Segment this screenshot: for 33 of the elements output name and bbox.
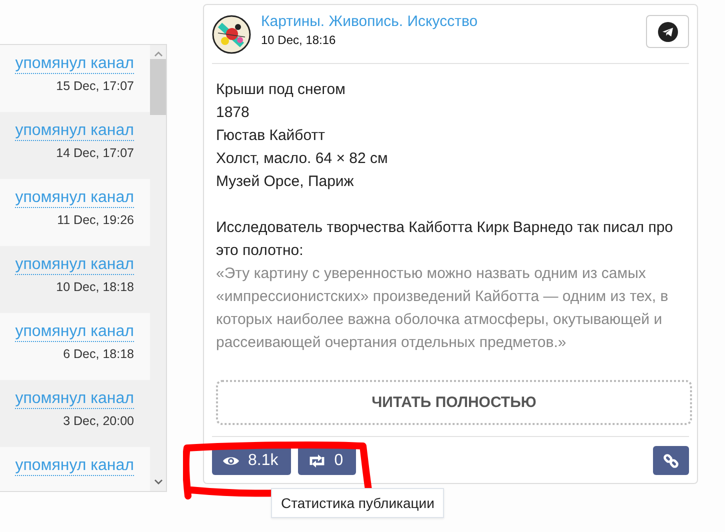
mention-link[interactable]: упомянул канал	[15, 256, 134, 275]
scroll-thumb[interactable]	[150, 59, 166, 115]
mention-link[interactable]: упомянул канал	[15, 189, 134, 208]
mention-link[interactable]: упомянул канал	[15, 122, 134, 141]
read-more-button[interactable]: ЧИТАТЬ ПОЛНОСТЬЮ	[216, 380, 692, 425]
post-text-line: Музей Орсе, Париж	[216, 172, 355, 192]
mention-date: 10 Dec, 18:18	[56, 280, 134, 295]
post-quote: «Эту картину с уверенностью можно назвать одним из самых «импрессионистских» произведений Кайботта — одним из тех, в которых наиболее важна оболочка атмосферы, окутывающей и рассеивающей очертания отдельных предметов.»	[216, 264, 670, 353]
tooltip: Статистика публикации	[271, 488, 444, 518]
link-icon	[663, 452, 679, 468]
post-text-line: 1878	[216, 103, 250, 123]
post-text-line: Холст, масло. 64 × 82 см	[216, 149, 389, 169]
mention-date: 14 Dec, 17:07	[56, 146, 134, 161]
channel-avatar[interactable]	[212, 14, 251, 54]
mention-date: 15 Dec, 17:07	[56, 79, 134, 94]
post-paragraph: Исследователь творчества Кайботта Кирк Варнедо так писал про это полотно:	[216, 218, 674, 261]
mention-link[interactable]: упомянул канал	[15, 390, 134, 409]
mention-date: 3 Dec, 20:00	[63, 414, 134, 429]
mention-date: 6 Dec, 18:18	[63, 347, 134, 362]
reposts-button[interactable]: 0	[298, 446, 356, 475]
post-text-line: Гюстав Кайботт	[216, 126, 326, 146]
mention-date: 11 Dec, 19:26	[57, 213, 134, 228]
post-text-line: Крыши под снегом	[216, 80, 346, 100]
post-date: 10 Dec, 18:16	[261, 33, 337, 47]
telegram-button[interactable]	[646, 15, 689, 48]
mention-link[interactable]: упомянул канал	[15, 55, 134, 74]
link-button[interactable]	[653, 446, 689, 475]
scroll-down-icon[interactable]	[154, 479, 162, 485]
channel-name[interactable]: Картины. Живопись. Искусство	[261, 13, 636, 31]
mention-link[interactable]: упомянул канал	[15, 323, 134, 342]
eye-icon	[222, 454, 240, 466]
repost-icon	[308, 454, 326, 468]
paper-plane-icon	[658, 22, 678, 42]
